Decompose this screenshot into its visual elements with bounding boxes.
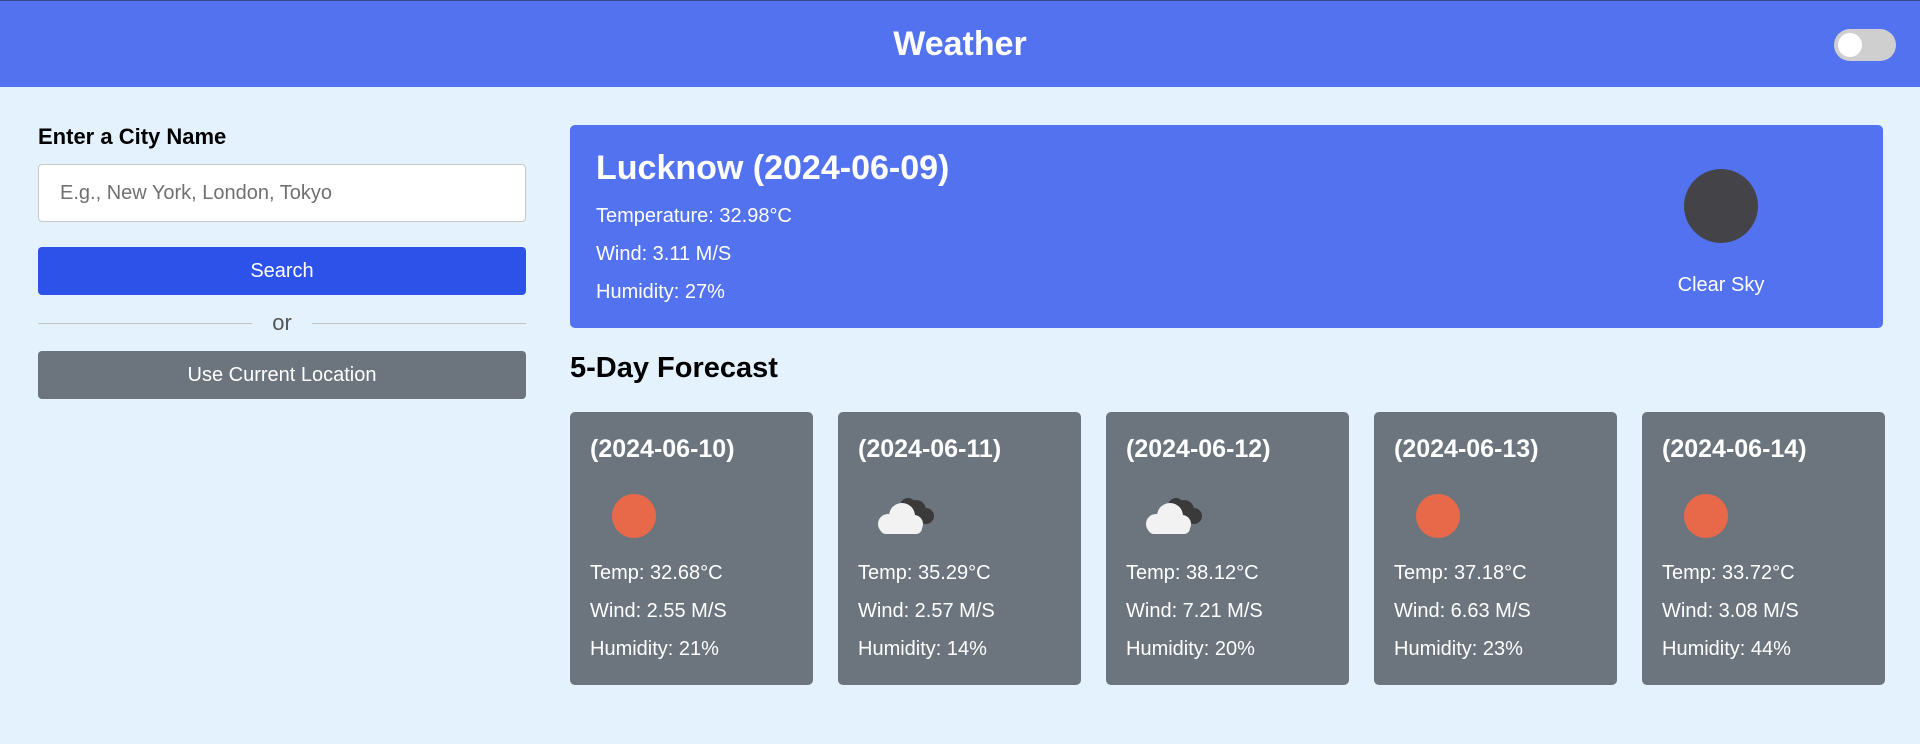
cloud-icon (1146, 498, 1202, 534)
forecast-date: (2024-06-11) (858, 435, 1002, 463)
clear-sky-icon (1684, 169, 1758, 243)
forecast-card: (2024-06-10) Temp: 32.68°C Wind: 2.55 M/… (570, 412, 813, 685)
search-panel: Enter a City Name Search or Use Current … (38, 124, 526, 399)
forecast-temp: Temp: 35.29°C (858, 562, 991, 584)
forecast-humidity: Humidity: 44% (1662, 638, 1791, 660)
forecast-card: (2024-06-12) Temp: 38.12°C Wind: 7.21 M/… (1106, 412, 1349, 685)
current-humidity: Humidity: 27% (596, 281, 725, 303)
forecast-date: (2024-06-14) (1662, 435, 1807, 463)
divider-line-right (311, 322, 526, 324)
divider-line-left (38, 322, 253, 324)
forecast-date: (2024-06-13) (1394, 435, 1539, 463)
sun-icon (1684, 494, 1728, 538)
toggle-knob (1838, 33, 1862, 57)
city-input-label: Enter a City Name (38, 124, 227, 149)
forecast-temp: Temp: 37.18°C (1394, 562, 1527, 584)
forecast-humidity: Humidity: 14% (858, 638, 987, 660)
current-wind: Wind: 3.11 M/S (596, 243, 732, 265)
forecast-card: (2024-06-14) Temp: 33.72°C Wind: 3.08 M/… (1642, 412, 1885, 685)
forecast-temp: Temp: 32.68°C (590, 562, 723, 584)
theme-toggle[interactable] (1834, 29, 1896, 61)
current-temperature: Temperature: 32.98°C (596, 205, 792, 227)
sun-icon (1416, 494, 1460, 538)
current-weather-card: Lucknow (2024-06-09) Temperature: 32.98°… (570, 125, 1883, 328)
forecast-date: (2024-06-12) (1126, 435, 1271, 463)
forecast-cards: (2024-06-10) Temp: 32.68°C Wind: 2.55 M/… (570, 412, 1885, 685)
forecast-temp: Temp: 33.72°C (1662, 562, 1795, 584)
divider-text: or (272, 310, 292, 335)
forecast-wind: Wind: 7.21 M/S (1126, 600, 1263, 622)
forecast-wind: Wind: 6.63 M/S (1394, 600, 1531, 622)
forecast-temp: Temp: 38.12°C (1126, 562, 1259, 584)
search-button[interactable]: Search (38, 247, 526, 295)
current-weather-title: Lucknow (2024-06-09) (596, 149, 950, 187)
cloud-icon (878, 498, 934, 534)
forecast-humidity: Humidity: 20% (1126, 638, 1255, 660)
forecast-wind: Wind: 3.08 M/S (1662, 600, 1799, 622)
forecast-heading: 5-Day Forecast (570, 352, 778, 384)
forecast-card: (2024-06-13) Temp: 37.18°C Wind: 6.63 M/… (1374, 412, 1617, 685)
forecast-date: (2024-06-10) (590, 435, 735, 463)
app-header: Weather (0, 0, 1920, 87)
or-divider: or (38, 295, 526, 351)
sun-icon (612, 494, 656, 538)
app-title: Weather (893, 24, 1027, 63)
use-current-location-button[interactable]: Use Current Location (38, 351, 526, 399)
forecast-card: (2024-06-11) Temp: 35.29°C Wind: 2.57 M/… (838, 412, 1081, 685)
forecast-humidity: Humidity: 21% (590, 638, 719, 660)
forecast-wind: Wind: 2.55 M/S (590, 600, 727, 622)
current-weather-description: Clear Sky (1677, 274, 1765, 296)
forecast-wind: Wind: 2.57 M/S (858, 600, 995, 622)
city-input[interactable] (38, 164, 526, 222)
forecast-humidity: Humidity: 23% (1394, 638, 1523, 660)
